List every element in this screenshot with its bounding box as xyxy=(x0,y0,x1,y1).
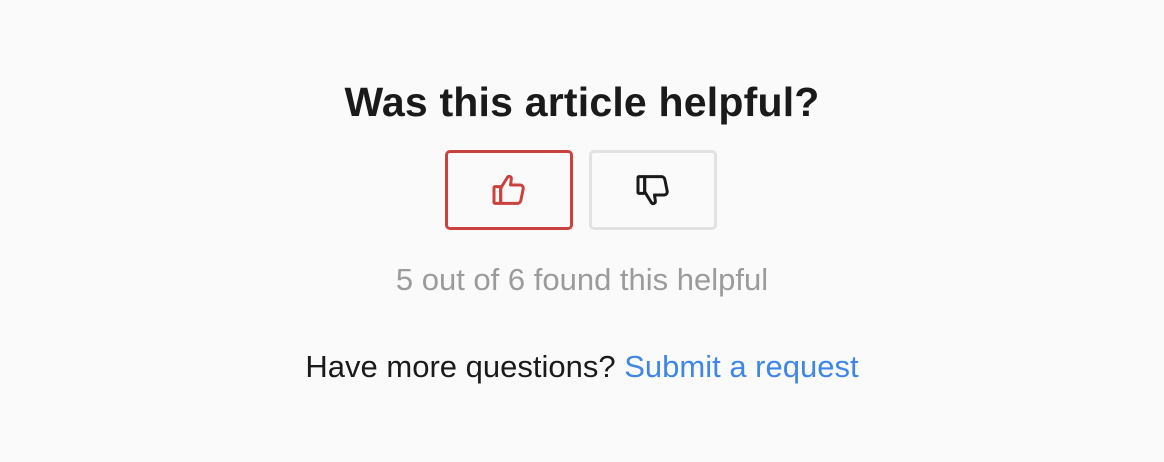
feedback-question: Was this article helpful? xyxy=(344,79,820,125)
thumbs-up-icon xyxy=(489,170,529,210)
thumbs-down-icon xyxy=(633,170,673,210)
helpful-count: 5 out of 6 found this helpful xyxy=(395,262,769,297)
submit-request-link[interactable]: Submit a request xyxy=(624,349,858,384)
more-questions-prompt: Have more questions? xyxy=(305,349,616,384)
downvote-button[interactable] xyxy=(589,150,717,230)
article-feedback: Was this article helpful? 5 out of 6 fou… xyxy=(0,0,1164,462)
more-questions: Have more questions? Submit a request xyxy=(0,346,1164,388)
upvote-button[interactable] xyxy=(445,150,573,230)
